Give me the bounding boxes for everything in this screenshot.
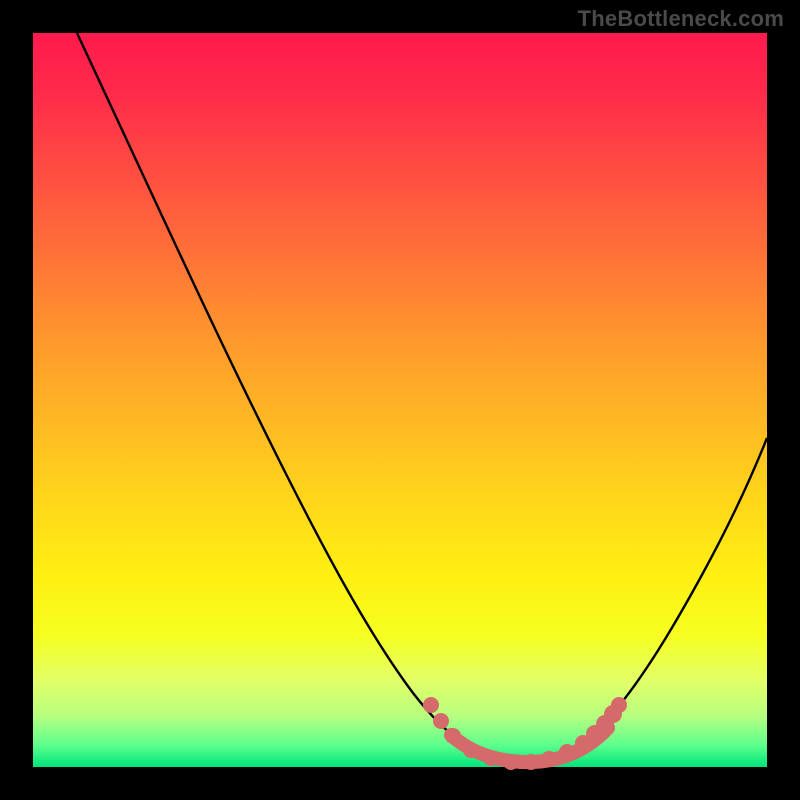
chart-frame: TheBottleneck.com (0, 0, 800, 800)
plot-area (33, 33, 767, 767)
chart-svg (33, 33, 767, 767)
bottleneck-curve (77, 33, 767, 760)
watermark-text: TheBottleneck.com (578, 6, 784, 32)
highlight-dots (423, 697, 627, 770)
